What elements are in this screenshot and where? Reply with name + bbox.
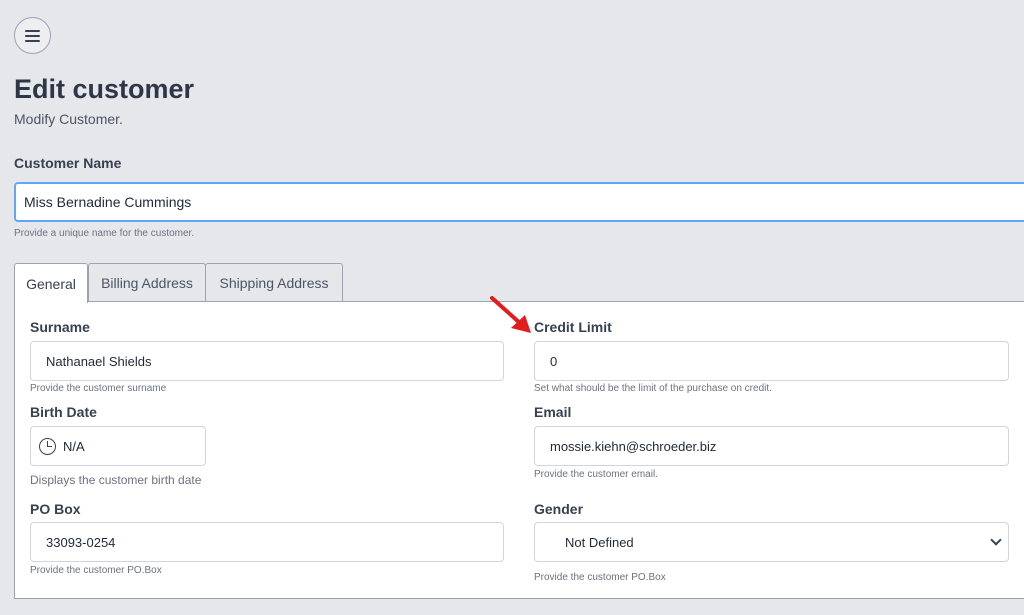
birth-date-label: Birth Date [30, 404, 97, 420]
tab-shipping-address[interactable]: Shipping Address [205, 263, 343, 302]
credit-limit-label: Credit Limit [534, 319, 612, 335]
birth-date-help: Displays the customer birth date [30, 473, 202, 487]
tab-billing-address[interactable]: Billing Address [88, 263, 206, 302]
red-arrow-annotation [490, 296, 531, 333]
birth-date-field[interactable]: N/A [30, 426, 206, 466]
po-box-input[interactable]: 33093-0254 [30, 522, 504, 562]
menu-button[interactable] [14, 17, 51, 54]
email-input[interactable]: mossie.kiehn@schroeder.biz [534, 426, 1009, 466]
email-help: Provide the customer email. [534, 469, 658, 480]
clock-icon [39, 437, 56, 455]
birth-date-value: N/A [63, 438, 85, 454]
page-title: Edit customer [14, 74, 195, 104]
email-label: Email [534, 404, 572, 420]
page-subtitle: Modify Customer. [14, 111, 123, 127]
general-tab-panel: Surname Nathanael Shields Provide the cu… [14, 301, 1024, 599]
surname-help: Provide the customer surname [30, 383, 167, 394]
customer-name-input[interactable] [14, 182, 1024, 222]
gender-label: Gender [534, 501, 584, 517]
chevron-down-icon [990, 534, 1002, 546]
gender-help: Provide the customer PO.Box [534, 572, 666, 583]
surname-label: Surname [30, 319, 90, 335]
gender-select[interactable]: Not Defined [534, 522, 1009, 562]
surname-input[interactable]: Nathanael Shields [30, 341, 504, 381]
hamburger-icon [25, 29, 40, 42]
customer-name-help: Provide a unique name for the customer. [14, 228, 195, 239]
po-box-help: Provide the customer PO.Box [30, 565, 162, 576]
tab-general[interactable]: General [14, 263, 88, 303]
po-box-label: PO Box [30, 501, 81, 517]
credit-limit-help: Set what should be the limit of the purc… [534, 383, 772, 394]
credit-limit-input[interactable]: 0 [534, 341, 1009, 381]
customer-name-label: Customer Name [14, 155, 122, 171]
gender-value: Not Defined [565, 534, 634, 550]
